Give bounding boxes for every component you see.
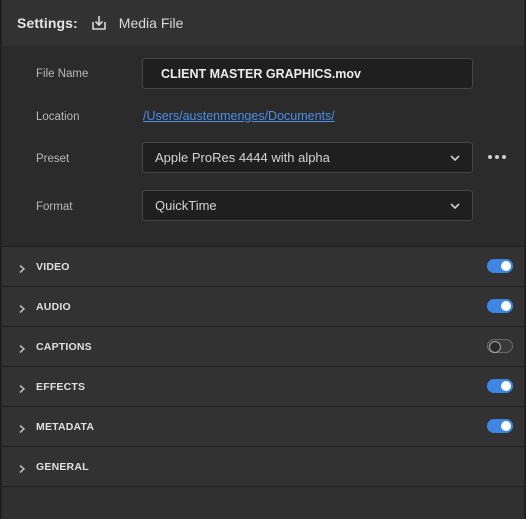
media-file-label: Media File <box>118 15 184 31</box>
video-toggle[interactable] <box>487 259 513 273</box>
chevron-right-icon[interactable] <box>17 301 27 314</box>
chevron-right-icon[interactable] <box>17 421 27 434</box>
metadata-toggle[interactable] <box>487 419 513 433</box>
format-dropdown[interactable]: QuickTime <box>142 190 473 221</box>
file-name-field[interactable]: CLIENT MASTER GRAPHICS.mov <box>142 58 473 89</box>
format-value: QuickTime <box>155 198 217 213</box>
captions-toggle[interactable] <box>487 339 513 353</box>
file-name-label: File Name <box>36 68 89 80</box>
section-audio[interactable]: AUDIO <box>2 286 524 326</box>
section-title: VIDEO <box>36 261 70 273</box>
audio-toggle[interactable] <box>487 299 513 313</box>
section-title: METADATA <box>36 421 95 433</box>
format-label: Format <box>36 201 73 213</box>
effects-toggle[interactable] <box>487 379 513 393</box>
section-captions[interactable]: CAPTIONS <box>2 326 524 366</box>
section-metadata[interactable]: METADATA <box>2 406 524 446</box>
chevron-down-icon <box>449 152 461 164</box>
chevron-right-icon[interactable] <box>17 341 27 354</box>
section-title: AUDIO <box>36 301 71 313</box>
section-effects[interactable]: EFFECTS <box>2 366 524 406</box>
chevron-right-icon[interactable] <box>17 261 27 274</box>
panel-header: Settings: Media File <box>2 0 524 46</box>
section-title: GENERAL <box>36 461 89 473</box>
chevron-down-icon <box>449 200 461 212</box>
settings-title: Settings: <box>17 15 78 31</box>
section-title: CAPTIONS <box>36 341 92 353</box>
file-settings: File Name CLIENT MASTER GRAPHICS.mov Loc… <box>2 46 524 246</box>
section-title: EFFECTS <box>36 381 86 393</box>
section-general[interactable]: GENERAL <box>2 446 524 486</box>
preset-label: Preset <box>36 153 70 165</box>
location-link[interactable]: /Users/austenmenges/Documents/ <box>143 109 335 123</box>
export-download-icon <box>90 14 108 32</box>
export-settings-panel: Settings: Media File File Name CLIENT MA… <box>1 0 525 519</box>
preset-dropdown[interactable]: Apple ProRes 4444 with alpha <box>142 142 473 173</box>
location-label: Location <box>36 111 80 123</box>
more-options-icon[interactable] <box>488 155 506 159</box>
chevron-right-icon[interactable] <box>17 461 27 474</box>
chevron-right-icon[interactable] <box>17 381 27 394</box>
preset-value: Apple ProRes 4444 with alpha <box>155 150 330 165</box>
panel-footer <box>2 486 524 519</box>
section-video[interactable]: VIDEO <box>2 246 524 286</box>
